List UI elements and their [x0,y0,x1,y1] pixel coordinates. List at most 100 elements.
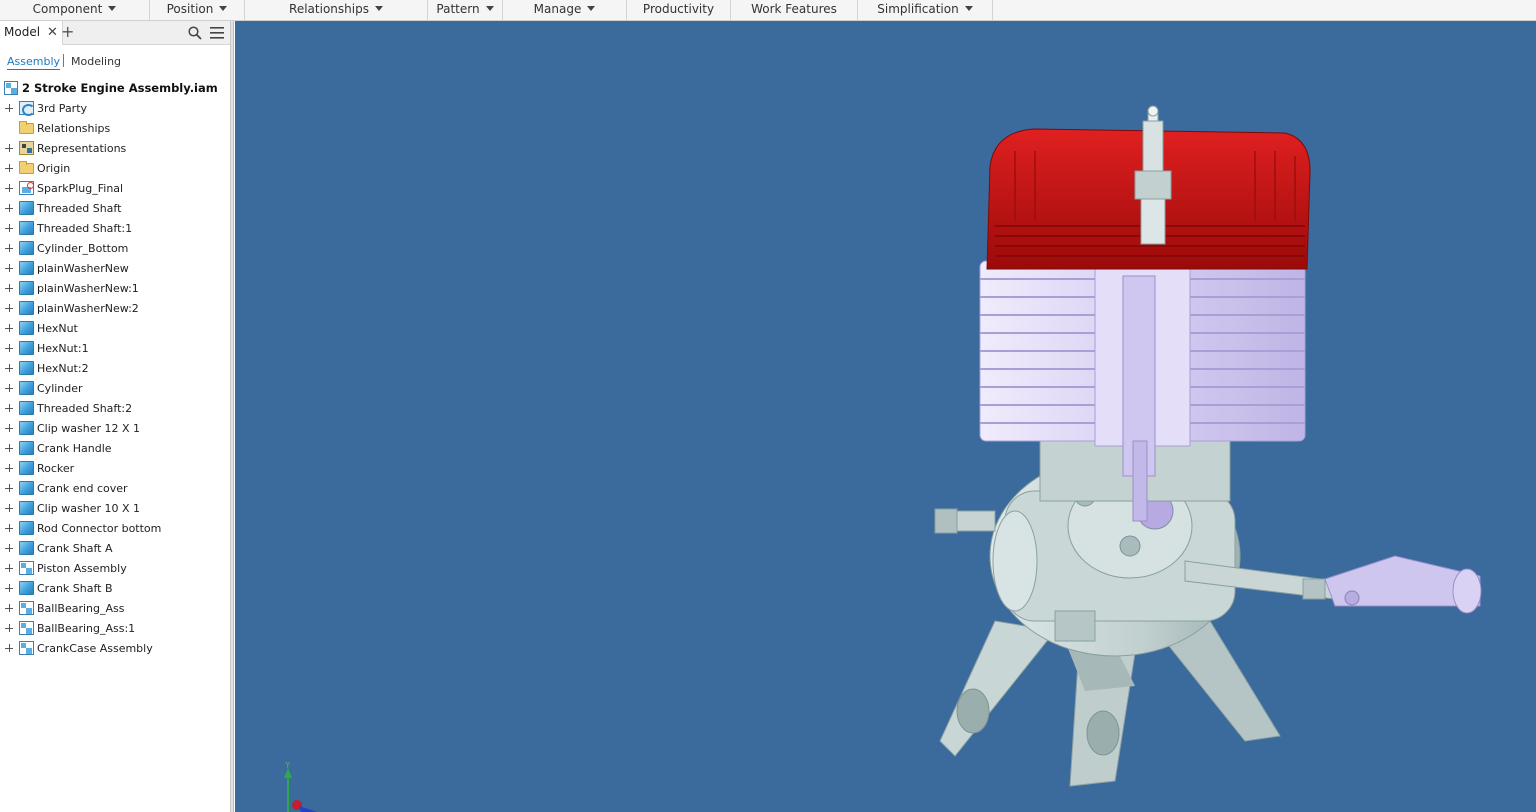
tree-item[interactable]: plainWasherNew [0,258,230,278]
tree-item[interactable]: HexNut:2 [0,358,230,378]
ribbon-panel-bar: Component Position Relationships Pattern… [0,0,1536,21]
tree-item[interactable]: plainWasherNew:2 [0,298,230,318]
close-icon[interactable]: ✕ [47,25,58,40]
tree-item[interactable]: Representations [0,138,230,158]
tree-item[interactable]: Crank end cover [0,478,230,498]
ribbon-pattern-dropdown[interactable]: Pattern [428,0,503,20]
tree-item-label: HexNut:2 [37,362,89,375]
expand-plus-icon[interactable] [5,624,13,632]
tree-item[interactable]: Origin [0,158,230,178]
tree-item-label: Representations [37,142,127,155]
expand-plus-icon[interactable] [5,364,13,372]
caret-down-icon [964,6,973,11]
expand-plus-icon[interactable] [5,524,13,532]
tree-item-label: Crank Shaft B [37,582,113,595]
expand-plus-icon[interactable] [5,264,13,272]
tree-item[interactable]: HexNut [0,318,230,338]
ribbon-simplification-dropdown[interactable]: Simplification [858,0,993,20]
expand-plus-icon[interactable] [5,644,13,652]
expand-plus-icon[interactable] [5,544,13,552]
tree-item-label: Threaded Shaft:1 [37,222,133,235]
mode-assembly-link[interactable]: Assembly [7,55,61,70]
tree-item-label: Cylinder [37,382,83,395]
tree-item[interactable]: Rod Connector bottom [0,518,230,538]
tree-item[interactable]: Rocker [0,458,230,478]
tree-item[interactable]: Piston Assembly [0,558,230,578]
model-tree: 2 Stroke Engine Assembly.iam 3rd Party Re… [0,78,230,658]
expand-plus-icon[interactable] [5,484,13,492]
expand-plus-icon[interactable] [5,584,13,592]
expand-plus-icon[interactable] [5,144,13,152]
tree-item[interactable]: HexNut:1 [0,338,230,358]
tree-item[interactable]: Cylinder [0,378,230,398]
tree-item[interactable]: plainWasherNew:1 [0,278,230,298]
tree-root-assembly[interactable]: 2 Stroke Engine Assembly.iam [0,78,230,98]
tree-item[interactable]: Threaded Shaft [0,198,230,218]
caret-down-icon [374,6,383,11]
tree-item[interactable]: Crank Handle [0,438,230,458]
expand-plus-icon[interactable] [5,304,13,312]
hamburger-menu-icon[interactable] [210,27,224,39]
engine-model-render[interactable] [235,21,1536,812]
ribbon-pattern-label: Pattern [436,2,480,16]
tree-item[interactable]: Threaded Shaft:1 [0,218,230,238]
part-icon [19,201,34,215]
tree-item[interactable]: BallBearing_Ass [0,598,230,618]
expand-plus-icon[interactable] [5,504,13,512]
tree-item[interactable]: Crank Shaft B [0,578,230,598]
ribbon-productivity-tab[interactable]: Productivity [627,0,731,20]
tree-item-label: Threaded Shaft [37,202,122,215]
expand-plus-icon[interactable] [5,204,13,212]
search-icon[interactable] [188,26,202,40]
tree-item[interactable]: 3rd Party [0,98,230,118]
tab-model[interactable]: Model ✕ [0,21,63,45]
mode-modeling-link[interactable]: Modeling [71,55,121,68]
folder-icon [19,121,34,134]
expand-plus-icon[interactable] [5,324,13,332]
ribbon-work-features-tab[interactable]: Work Features [731,0,858,20]
ribbon-work-features-label: Work Features [751,2,837,16]
tree-item[interactable]: Clip washer 10 X 1 [0,498,230,518]
tree-item[interactable]: Relationships [0,118,230,138]
expand-plus-icon[interactable] [5,404,13,412]
tree-item-label: Crank Shaft A [37,542,113,555]
part-icon [19,521,34,535]
ribbon-manage-dropdown[interactable]: Manage [503,0,627,20]
tree-item[interactable]: Threaded Shaft:2 [0,398,230,418]
ribbon-component-dropdown[interactable]: Component [0,0,150,20]
part-icon [19,361,34,375]
tree-item[interactable]: Clip washer 12 X 1 [0,418,230,438]
expand-plus-icon[interactable] [5,344,13,352]
tree-item-label: CrankCase Assembly [37,642,153,655]
ribbon-relationships-dropdown[interactable]: Relationships [245,0,428,20]
expand-plus-icon[interactable] [5,164,13,172]
tree-item-label: BallBearing_Ass [37,602,125,615]
tree-item[interactable]: BallBearing_Ass:1 [0,618,230,638]
expand-plus-icon[interactable] [5,284,13,292]
expand-plus-icon[interactable] [5,244,13,252]
tree-item-label: Rod Connector bottom [37,522,162,535]
expand-plus-icon[interactable] [5,104,13,112]
tree-item-label: plainWasherNew:1 [37,282,139,295]
expand-plus-icon[interactable] [5,604,13,612]
add-tab-icon[interactable]: + [61,23,74,41]
tree-item[interactable]: Crank Shaft A [0,538,230,558]
caret-down-icon [219,6,228,11]
tree-item[interactable]: SparkPlug_Final [0,178,230,198]
expand-plus-icon[interactable] [5,184,13,192]
expand-plus-icon[interactable] [5,224,13,232]
part-icon [19,401,34,415]
part-icon [19,581,34,595]
panel-splitter[interactable] [231,21,234,812]
expand-plus-icon[interactable] [5,424,13,432]
expand-plus-icon[interactable] [5,464,13,472]
expand-plus-icon[interactable] [5,384,13,392]
part-icon [19,261,34,275]
tree-item[interactable]: Cylinder_Bottom [0,238,230,258]
ribbon-position-dropdown[interactable]: Position [150,0,245,20]
crankcase-body [989,440,1241,657]
expand-plus-icon[interactable] [5,564,13,572]
graphics-viewport[interactable]: Y [235,21,1536,812]
expand-plus-icon[interactable] [5,444,13,452]
tree-item[interactable]: CrankCase Assembly [0,638,230,658]
